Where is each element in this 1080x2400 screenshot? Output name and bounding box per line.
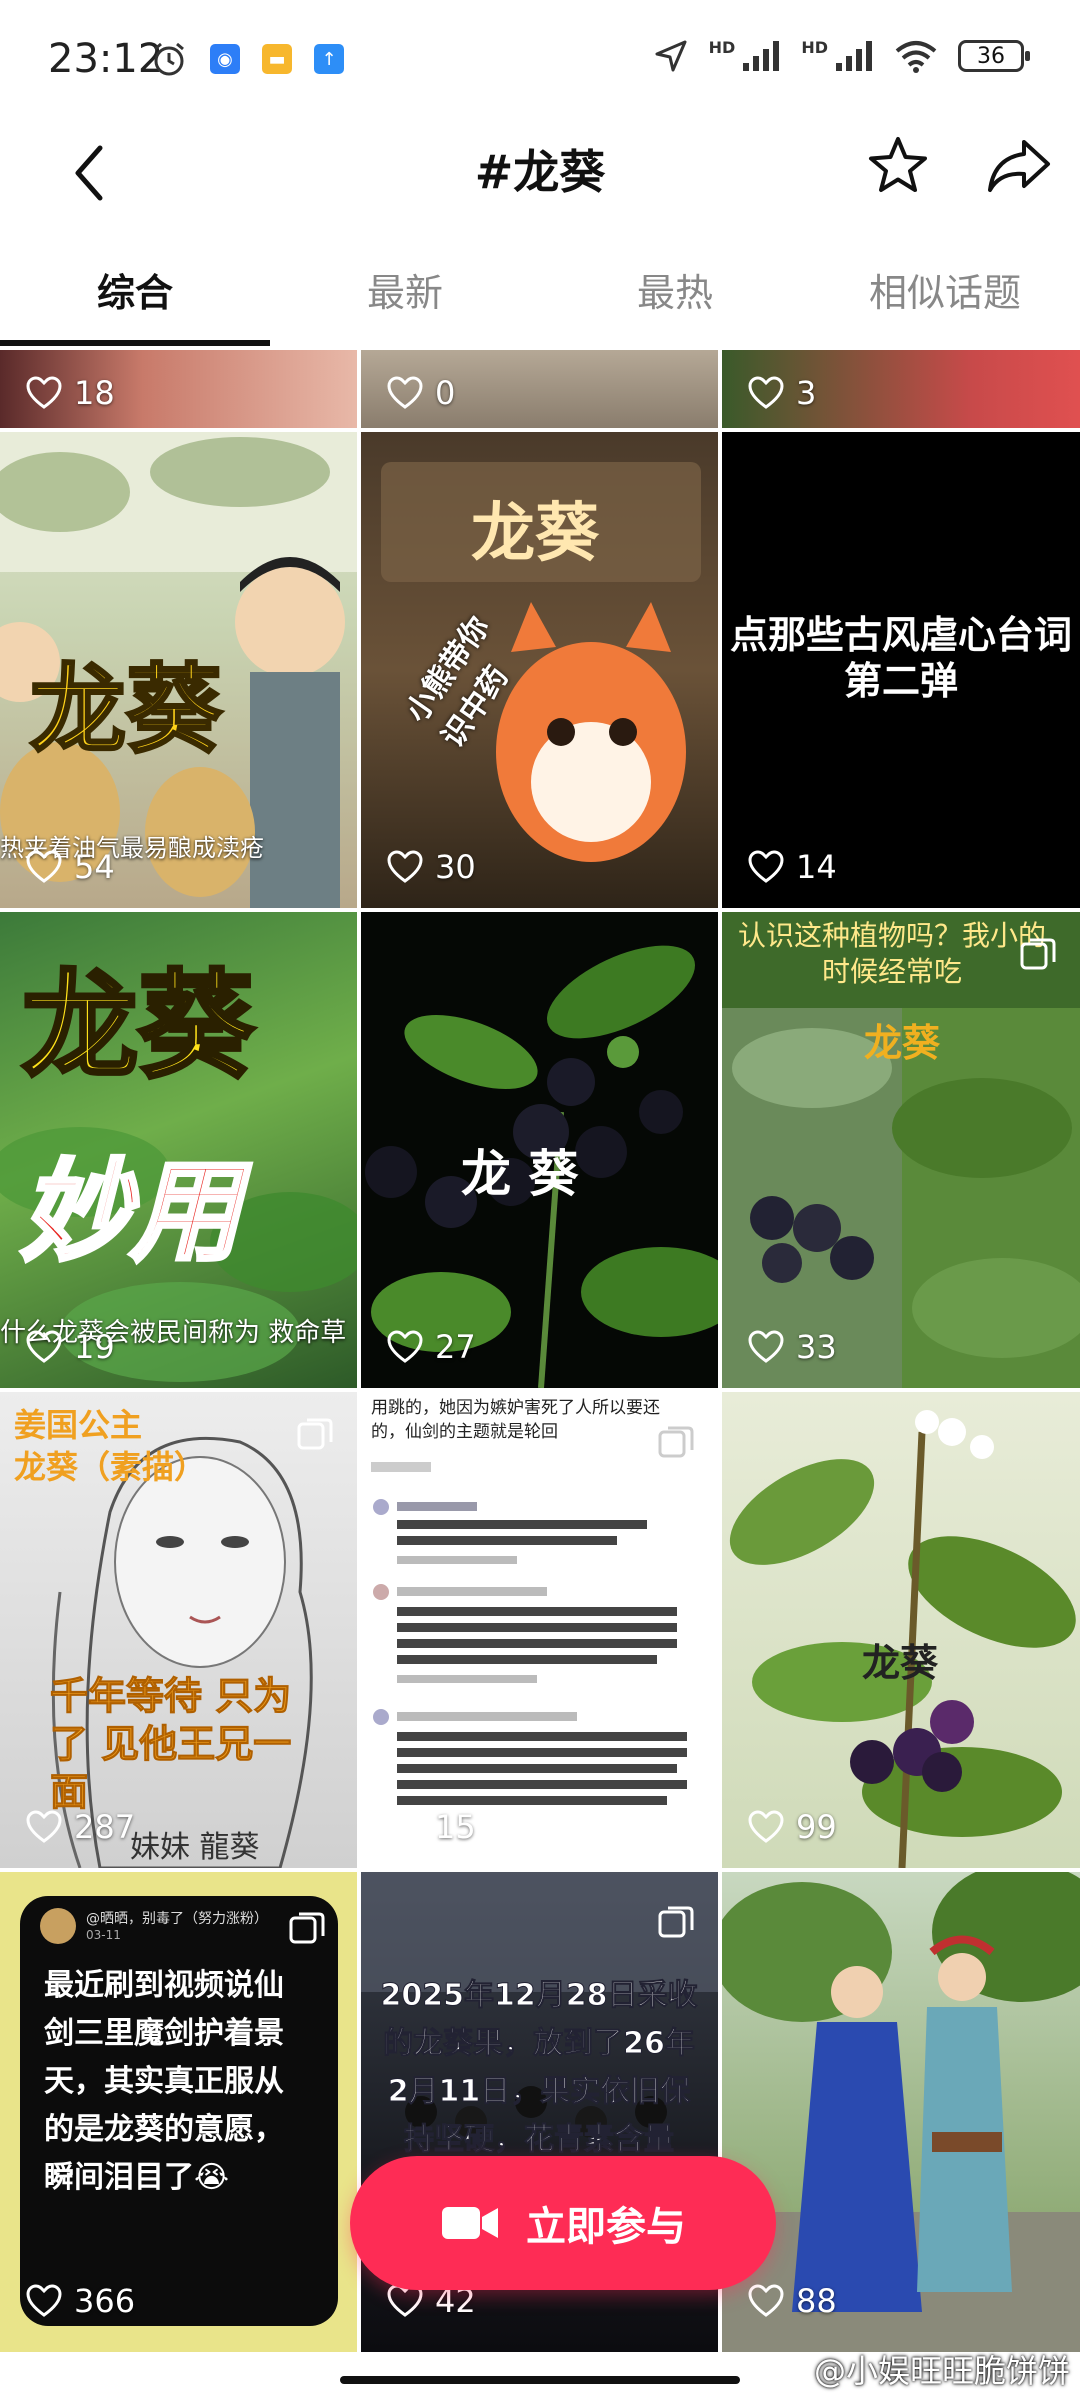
tab-comprehensive[interactable]: 综合 bbox=[0, 262, 270, 317]
tab-latest[interactable]: 最新 bbox=[270, 262, 540, 317]
heart-icon bbox=[748, 2284, 784, 2317]
like-count: 14 bbox=[796, 848, 837, 886]
video-card[interactable]: 18 bbox=[0, 350, 357, 428]
video-card[interactable]: 88 bbox=[722, 1872, 1080, 2352]
tab-active-indicator bbox=[0, 340, 270, 346]
hd-label-2: HD bbox=[801, 37, 828, 57]
video-card[interactable]: 认识这种植物吗？我小的时候经常吃 龙葵 33 bbox=[722, 912, 1080, 1388]
video-card[interactable]: 点那些古风虐心台词第二弹 14 bbox=[722, 432, 1080, 908]
heart-icon bbox=[26, 1810, 62, 1843]
heart-icon bbox=[748, 850, 784, 883]
signal-icon-2 bbox=[836, 41, 872, 71]
like-count: 15 bbox=[435, 1808, 476, 1846]
thumbnail-overlay-text: 龙葵 bbox=[471, 497, 599, 571]
like-count: 33 bbox=[796, 1328, 837, 1366]
multi-image-icon bbox=[289, 1912, 325, 1944]
thumbnail-overlay-text: 用跳的，她因为嫉妒害死了人所以要还的，仙剑的主题就是轮回 bbox=[371, 1398, 660, 1442]
like-count: 54 bbox=[74, 848, 115, 886]
plant-flower-thumbnail bbox=[729, 1410, 1076, 1868]
heart-icon bbox=[748, 1330, 784, 1363]
heart-icon bbox=[387, 376, 423, 409]
thumbnail-overlay-text: 龙葵 bbox=[20, 957, 256, 1096]
thumbnail-overlay-text: 龙葵 bbox=[29, 653, 224, 768]
like-count: 19 bbox=[74, 1328, 115, 1366]
post-date: 03-11 bbox=[86, 1928, 121, 1942]
video-card[interactable]: 姜国公主 龙葵（素描） 千年等待 只为了 见他王兄一面 妹妹 龍葵 287 bbox=[0, 1392, 357, 1868]
video-card[interactable]: 0 bbox=[361, 350, 718, 428]
video-card[interactable]: @晒晒，别毒了（努力涨粉） 03-11 最近刷到视频说仙剑三里魔剑护着景天，其实… bbox=[0, 1872, 357, 2352]
like-count: 88 bbox=[796, 2282, 837, 2320]
post-text: 最近刷到视频说仙剑三里魔剑护着景天，其实真正服从的是龙葵的意愿，瞬间泪目了😭 bbox=[44, 1968, 284, 2195]
like-count: 3 bbox=[796, 374, 817, 412]
app-notification-icon: ◉ bbox=[210, 44, 240, 74]
heart-icon bbox=[26, 1330, 62, 1363]
like-count: 27 bbox=[435, 1328, 476, 1366]
video-camera-icon bbox=[442, 2207, 498, 2239]
thumbnail-overlay-text-2: 龙葵（素描） bbox=[14, 1448, 207, 1486]
star-icon[interactable] bbox=[866, 134, 930, 198]
hd-label: HD bbox=[708, 37, 736, 57]
heart-icon bbox=[387, 1330, 423, 1363]
home-indicator[interactable] bbox=[340, 2376, 740, 2384]
tab-similar-topics[interactable]: 相似话题 bbox=[810, 262, 1080, 317]
multi-image-icon bbox=[297, 1418, 333, 1450]
cosplay-photo-thumbnail bbox=[722, 1872, 1080, 2352]
like-count: 18 bbox=[74, 374, 115, 412]
status-system-icons: HD HD 36 bbox=[653, 37, 1030, 74]
heart-icon bbox=[26, 850, 62, 883]
location-icon bbox=[655, 40, 687, 72]
video-card[interactable]: 龙 葵 27 bbox=[361, 912, 718, 1388]
multi-image-icon bbox=[1020, 938, 1056, 970]
share-icon[interactable] bbox=[984, 134, 1054, 198]
video-card[interactable]: 龙葵 妙用 什么龙葵会被民间称为 救命草 19 bbox=[0, 912, 357, 1388]
video-card[interactable]: 龙葵 热夹着油气最易酿成渎疮 54 bbox=[0, 432, 357, 908]
comment-thread-thumbnail bbox=[371, 1462, 687, 1805]
video-card[interactable]: 用跳的，她因为嫉妒害死了人所以要还的，仙剑的主题就是轮回 15 bbox=[361, 1392, 718, 1868]
status-notification-icons: ◉ ▬ ↑ bbox=[150, 40, 344, 78]
thumbnail-overlay-text-2: 龙葵 bbox=[864, 1021, 941, 1065]
battery-indicator: 36 bbox=[958, 40, 1030, 72]
status-bar: 23:12 ◉ ▬ ↑ HD HD 36 bbox=[0, 0, 1080, 120]
video-card[interactable]: 龙葵 99 bbox=[722, 1392, 1080, 1868]
status-time: 23:12 bbox=[48, 36, 164, 82]
tab-hottest[interactable]: 最热 bbox=[540, 262, 810, 317]
thumbnail-caption: 妹妹 龍葵 bbox=[130, 1830, 260, 1865]
upload-notification-icon: ↑ bbox=[314, 44, 344, 74]
video-card[interactable]: 3 bbox=[722, 350, 1080, 428]
alarm-icon bbox=[154, 42, 184, 76]
join-topic-button[interactable]: 立即参与 bbox=[350, 2156, 776, 2290]
join-button-label: 立即参与 bbox=[526, 2204, 686, 2250]
topic-header: #龙葵 bbox=[0, 120, 1080, 230]
like-count: 30 bbox=[435, 848, 476, 886]
watermark: @小娱旺旺脆饼饼 bbox=[813, 2352, 1070, 2390]
signal-icon bbox=[743, 41, 780, 71]
like-count: 287 bbox=[74, 1808, 136, 1846]
thumbnail-overlay-text-2: 妙用 bbox=[18, 1146, 242, 1278]
topic-tabs: 综合 最新 最热 相似话题 bbox=[0, 240, 1080, 350]
avatar bbox=[40, 1908, 76, 1944]
video-card[interactable]: 龙葵 小熊带你识中药 30 bbox=[361, 432, 718, 908]
heart-icon bbox=[26, 376, 62, 409]
post-author: @晒晒，别毒了（努力涨粉） bbox=[86, 1911, 268, 1927]
message-notification-icon: ▬ bbox=[262, 44, 292, 74]
thumbnail-overlay-text: 龙葵 bbox=[862, 1641, 939, 1685]
thumbnail-overlay-text-3: 千年等待 只为了 见他王兄一面 bbox=[50, 1674, 292, 1815]
heart-icon bbox=[748, 1810, 784, 1843]
thumbnail-overlay-text: 龙 葵 bbox=[461, 1145, 579, 1203]
like-count: 99 bbox=[796, 1808, 837, 1846]
thumbnail-overlay-text: 姜国公主 bbox=[14, 1406, 143, 1444]
heart-icon bbox=[387, 850, 423, 883]
heart-icon bbox=[26, 2284, 62, 2317]
like-count: 366 bbox=[74, 2282, 136, 2320]
heart-icon bbox=[748, 376, 784, 409]
multi-image-icon bbox=[658, 1426, 694, 1458]
video-grid: 18 0 3 龙葵 热夹着油气最易酿成渎疮 54 龙葵 小熊带你识中药 30 点… bbox=[0, 350, 1080, 2360]
multi-image-icon bbox=[658, 1906, 694, 1938]
heart-icon bbox=[387, 1810, 423, 1843]
thumbnail-overlay-text: 点那些古风虐心台词第二弹 bbox=[729, 613, 1072, 703]
wifi-icon bbox=[895, 41, 937, 73]
thumbnail-overlay-text: 认识这种植物吗？我小的时候经常吃 bbox=[737, 919, 1046, 988]
like-count: 0 bbox=[435, 374, 456, 412]
